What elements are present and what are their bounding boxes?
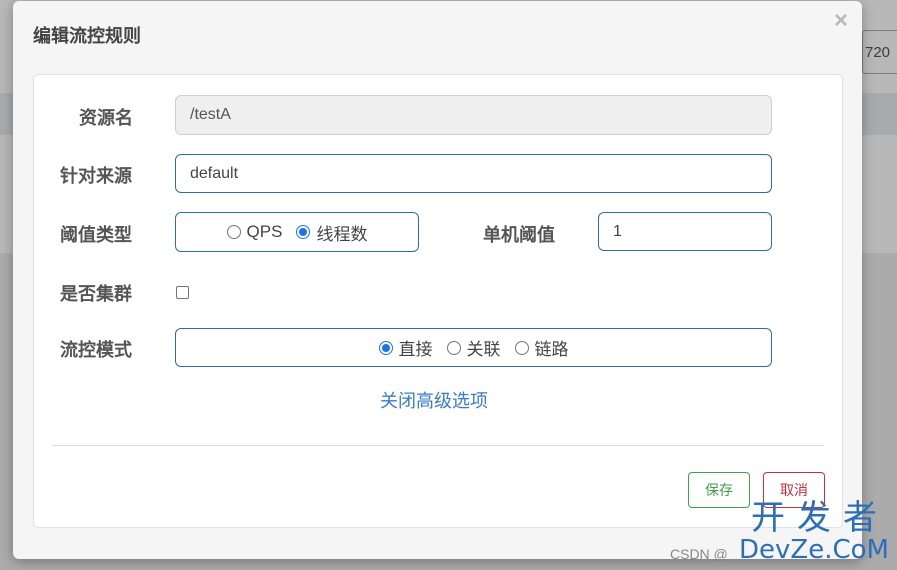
flow-mode-label: 流控模式 xyxy=(60,340,132,360)
form-panel: 资源名 /testA 针对来源 default 阈值类型 QPS 线程数 单机阈… xyxy=(33,74,843,528)
edit-flow-rule-dialog: 编辑流控规则 × 资源名 /testA 针对来源 default 阈值类型 QP… xyxy=(13,1,862,559)
radio-related-label: 关联 xyxy=(466,340,501,359)
cluster-label: 是否集群 xyxy=(60,284,132,304)
resource-label: 资源名 xyxy=(79,108,133,128)
flow-mode-option-direct[interactable]: 直接 xyxy=(378,335,433,360)
flow-mode-option-related[interactable]: 关联 xyxy=(446,335,501,360)
cancel-button[interactable]: 取消 xyxy=(763,472,825,508)
radio-threads-label: 线程数 xyxy=(316,224,368,244)
radio-direct[interactable] xyxy=(378,340,393,355)
divider xyxy=(52,445,824,446)
threshold-type-label: 阈值类型 xyxy=(60,225,132,245)
close-icon[interactable]: × xyxy=(834,9,848,33)
toggle-advanced-options-link[interactable]: 关闭高级选项 xyxy=(380,387,488,413)
radio-threads[interactable] xyxy=(296,225,311,239)
save-button[interactable]: 保存 xyxy=(688,472,750,508)
dialog-title: 编辑流控规则 xyxy=(33,26,141,46)
radio-chain-label: 链路 xyxy=(534,340,569,359)
radio-chain[interactable] xyxy=(514,340,529,355)
cluster-checkbox[interactable] xyxy=(176,286,189,299)
radio-direct-label: 直接 xyxy=(398,340,433,359)
origin-input[interactable]: default xyxy=(175,154,772,193)
csdn-watermark: CSDN @ xyxy=(670,546,728,562)
flow-mode-radio-group: 直接 关联 链路 xyxy=(175,328,772,367)
threshold-type-option-threads[interactable]: 线程数 xyxy=(296,220,367,245)
resource-input[interactable]: /testA xyxy=(175,95,772,135)
single-threshold-input[interactable]: 1 xyxy=(598,212,772,251)
origin-label: 针对来源 xyxy=(60,166,132,186)
single-threshold-label: 单机阈值 xyxy=(483,225,555,245)
radio-qps-label: QPS xyxy=(246,222,283,241)
flow-mode-option-chain[interactable]: 链路 xyxy=(514,335,569,360)
radio-related[interactable] xyxy=(446,340,461,355)
threshold-type-radio-group: QPS 线程数 xyxy=(175,212,419,252)
threshold-type-option-qps[interactable]: QPS xyxy=(226,222,283,242)
radio-qps[interactable] xyxy=(226,225,241,239)
